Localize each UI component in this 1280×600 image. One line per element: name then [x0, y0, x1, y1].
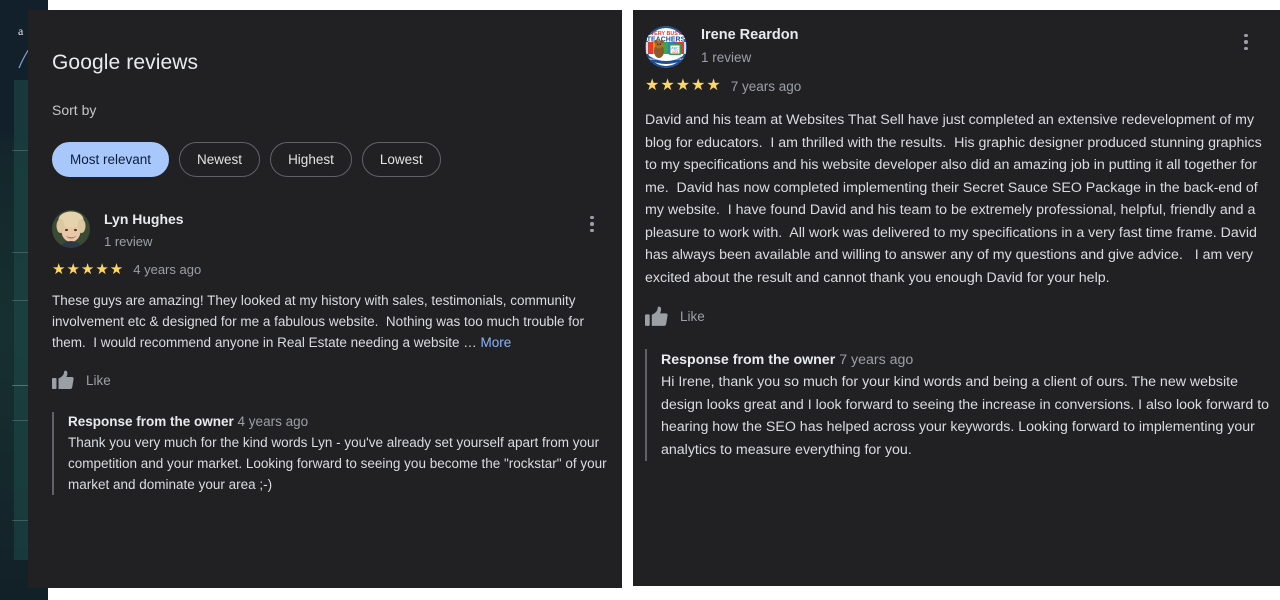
page-title: Google reviews: [52, 51, 199, 74]
svg-text:123: 123: [672, 50, 678, 54]
reviewer-name: Irene Reardon: [701, 27, 799, 43]
star-rating-icon: ★★★★★: [52, 261, 125, 278]
owner-response-timestamp: 4 years ago: [237, 414, 309, 429]
reviewer-name: Lyn Hughes: [104, 211, 184, 227]
review-timestamp: 4 years ago: [133, 262, 202, 277]
google-reviews-panel: Google reviews Sort by Most relevant New…: [28, 10, 622, 588]
reviewer-meta: Lyn Hughes 1 review: [104, 210, 184, 252]
sort-chip-newest[interactable]: Newest: [179, 142, 261, 177]
review-body: These guys are amazing! They looked at m…: [52, 290, 612, 353]
rating-row: ★★★★★ 7 years ago: [645, 78, 1270, 94]
owner-response-heading: Response from the owner: [68, 414, 234, 429]
user-photo-avatar-icon: [52, 210, 90, 248]
star-rating-icon: ★★★★★: [645, 77, 722, 94]
very-busy-teachers-logo-avatar-icon: VERY BUSY TEACHERS ABC 123 TEACHING RESO…: [645, 26, 687, 68]
sort-chip-group: Most relevant Newest Highest Lowest: [52, 142, 441, 177]
sort-chip-most-relevant[interactable]: Most relevant: [52, 142, 170, 177]
review-timestamp: 7 years ago: [730, 78, 802, 94]
owner-response-timestamp: 7 years ago: [839, 352, 914, 368]
kebab-menu-icon[interactable]: [1236, 32, 1256, 52]
thumbs-up-icon: [645, 306, 668, 327]
review-item: VERY BUSY TEACHERS ABC 123 TEACHING RESO…: [645, 26, 1270, 461]
like-label: Like: [680, 309, 705, 324]
review-header: Lyn Hughes 1 review: [52, 210, 612, 252]
svg-text:TEACHING RESOURCES: TEACHING RESOURCES: [648, 57, 683, 61]
like-button[interactable]: Like: [645, 306, 1270, 327]
like-button[interactable]: Like: [52, 370, 612, 390]
reviewer-review-count: 1 review: [701, 50, 752, 65]
reviewer-review-count: 1 review: [104, 234, 153, 249]
sort-chip-highest[interactable]: Highest: [270, 142, 352, 177]
owner-response-header: Response from the owner 4 years ago: [68, 412, 612, 432]
owner-response: Response from the owner 7 years ago Hi I…: [645, 349, 1270, 461]
owner-response: Response from the owner 4 years ago Than…: [52, 412, 612, 495]
more-link[interactable]: More: [481, 335, 512, 350]
review-detail-panel: VERY BUSY TEACHERS ABC 123 TEACHING RESO…: [633, 10, 1280, 586]
thumbs-up-icon: [52, 370, 74, 390]
like-label: Like: [86, 372, 111, 388]
sort-chip-lowest[interactable]: Lowest: [361, 142, 441, 177]
owner-response-text: Hi Irene, thank you so much for your kin…: [661, 374, 1273, 458]
review-header: VERY BUSY TEACHERS ABC 123 TEACHING RESO…: [645, 26, 1270, 68]
avatar: VERY BUSY TEACHERS ABC 123 TEACHING RESO…: [645, 26, 687, 68]
svg-text:TEACHERS: TEACHERS: [647, 37, 686, 44]
review-body: David and his team at Websites That Sell…: [645, 112, 1266, 286]
review-item: Lyn Hughes 1 review ★★★★★ 4 years ago Th…: [52, 210, 612, 495]
sort-by-label: Sort by: [52, 102, 97, 118]
kebab-menu-icon[interactable]: [582, 214, 602, 234]
owner-response-heading: Response from the owner: [661, 352, 836, 368]
avatar: [52, 210, 90, 248]
reviewer-meta: Irene Reardon 1 review: [701, 26, 799, 68]
owner-response-text: Thank you very much for the kind words L…: [68, 435, 611, 492]
rating-row: ★★★★★ 4 years ago: [52, 262, 612, 277]
owner-response-header: Response from the owner 7 years ago: [661, 349, 1270, 371]
